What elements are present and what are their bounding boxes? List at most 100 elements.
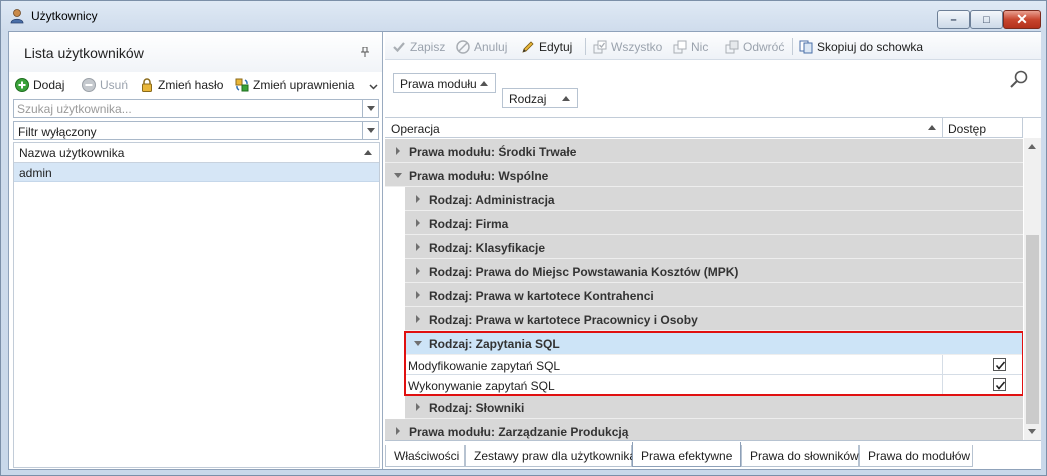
access-column-header[interactable]: Dostęp (948, 122, 986, 136)
copy-to-clipboard-button[interactable]: Skopiuj do schowka (799, 39, 923, 55)
select-all-label: Wszystko (611, 40, 663, 54)
kind-group-row[interactable]: Rodzaj: Administracja (385, 187, 1023, 211)
minimize-icon: – (950, 13, 957, 26)
collapsed-arrow-icon[interactable] (416, 403, 420, 411)
save-button[interactable]: Zapisz (392, 39, 445, 55)
collapsed-arrow-icon[interactable] (416, 195, 420, 203)
tab-permission-sets[interactable]: Zestawy praw dla użytkownika (465, 445, 636, 467)
add-user-label: Dodaj (33, 78, 65, 92)
collapsed-arrow-icon[interactable] (416, 267, 420, 275)
module-group-row[interactable]: Prawa modułu: Środki Trwałe (385, 139, 1023, 163)
remove-user-label: Usuń (100, 78, 129, 92)
kind-group-row[interactable]: Rodzaj: Zapytania SQL (385, 331, 1023, 355)
kind-group-row[interactable]: Rodzaj: Prawa do Miejsc Powstawania Kosz… (385, 259, 1023, 283)
user-row[interactable]: admin (14, 163, 379, 182)
expanded-arrow-icon[interactable] (394, 173, 402, 178)
group-row-label: Rodzaj: Firma (429, 217, 509, 231)
module-group-row[interactable]: Prawa modułu: Wspólne (385, 163, 1023, 187)
invert-label: Odwróć (743, 40, 785, 54)
permissions-tree: Operacja Dostęp Prawa modułu: Środki Trw… (385, 117, 1041, 441)
group-chip-module[interactable]: Prawa modułu (393, 73, 496, 93)
pin-icon[interactable] (361, 47, 369, 57)
sort-ascending-icon (562, 96, 570, 101)
column-divider (1022, 118, 1023, 138)
tab-effective-permissions[interactable]: Prawa efektywne (632, 442, 741, 467)
add-user-button[interactable]: Dodaj (15, 76, 64, 94)
permissions-tree-header: Operacja Dostęp (385, 118, 1023, 138)
access-checkbox[interactable] (993, 378, 1006, 391)
close-button[interactable]: ✕ (1003, 10, 1041, 29)
pencil-icon (522, 41, 534, 53)
users-panel-header: Lista użytkowników (9, 32, 382, 72)
kind-group-row[interactable]: Rodzaj: Słowniki (385, 395, 1023, 419)
kind-group-row[interactable]: Rodzaj: Klasyfikacje (385, 235, 1023, 259)
group-row-label: Prawa modułu: Środki Trwałe (409, 145, 577, 159)
filter-select[interactable]: Filtr wyłączony (13, 121, 379, 140)
vertical-scrollbar[interactable] (1024, 138, 1041, 440)
collapsed-arrow-icon[interactable] (396, 147, 400, 155)
group-chip-kind-label: Rodzaj (509, 92, 547, 106)
group-row-label: Rodzaj: Prawa w kartotece Kontrahenci (429, 289, 654, 303)
window-title: Użytkownicy (31, 9, 98, 23)
users-grid-header[interactable]: Nazwa użytkownika (14, 143, 379, 163)
select-all-button[interactable]: Wszystko (593, 39, 662, 55)
permission-label: Wykonywanie zapytań SQL (408, 379, 555, 393)
collapsed-arrow-icon[interactable] (416, 315, 420, 323)
kind-group-row[interactable]: Rodzaj: Prawa w kartotece Kontrahenci (385, 283, 1023, 307)
user-search-input[interactable] (14, 100, 362, 117)
collapsed-arrow-icon[interactable] (416, 219, 420, 227)
users-panel-title: Lista użytkowników (24, 45, 144, 61)
search-icon[interactable] (1009, 69, 1029, 89)
tab-module-permissions[interactable]: Prawa do modułów (859, 445, 973, 467)
scroll-down-icon[interactable] (1028, 429, 1036, 434)
sort-ascending-icon (928, 125, 936, 130)
permissions-icon (235, 78, 249, 92)
bottom-tabs: Właściwości Zestawy praw dla użytkownika… (385, 440, 1041, 469)
tab-dictionary-permissions[interactable]: Prawa do słowników (741, 445, 859, 467)
maximize-button[interactable]: □ (970, 10, 1003, 29)
select-none-label: Nic (691, 40, 709, 54)
minimize-button[interactable]: – (937, 10, 970, 29)
permission-row[interactable]: Wykonywanie zapytań SQL (405, 375, 1023, 395)
group-row-label: Rodzaj: Administracja (429, 193, 555, 207)
scroll-up-icon[interactable] (1028, 144, 1036, 149)
cancel-button[interactable]: Anuluj (456, 39, 507, 55)
checkmark-icon (995, 381, 1006, 390)
tab-properties[interactable]: Właściwości (385, 445, 465, 467)
change-permissions-button[interactable]: Zmień uprawnienia (235, 76, 354, 94)
filter-dropdown-button[interactable] (362, 121, 379, 140)
remove-user-button[interactable]: Usuń (82, 76, 128, 94)
operation-column-header[interactable]: Operacja (391, 122, 440, 136)
remove-icon (82, 78, 96, 92)
module-group-row[interactable]: Prawa modułu: Zarządzanie Produkcją (385, 419, 1023, 441)
permission-row[interactable]: Modyfikowanie zapytań SQL (405, 355, 1023, 375)
collapsed-arrow-icon[interactable] (416, 291, 420, 299)
scrollbar-track[interactable] (1026, 235, 1039, 424)
save-label: Zapisz (410, 40, 446, 54)
close-icon: ✕ (1016, 11, 1028, 27)
edit-button[interactable]: Edytuj (521, 39, 572, 55)
filter-value: Filtr wyłączony (18, 125, 97, 139)
group-chip-kind[interactable]: Rodzaj (502, 88, 578, 108)
access-checkbox[interactable] (993, 358, 1006, 371)
kind-group-row[interactable]: Rodzaj: Firma (385, 211, 1023, 235)
chevron-down-icon (367, 128, 375, 133)
search-dropdown-button[interactable] (362, 99, 379, 118)
invert-button[interactable]: Odwróć (725, 39, 784, 55)
group-row-label: Rodzaj: Prawa w kartotece Pracownicy i O… (429, 313, 698, 327)
uncheck-all-icon (673, 40, 687, 54)
collapsed-arrow-icon[interactable] (396, 427, 400, 435)
expanded-arrow-icon[interactable] (414, 341, 422, 346)
toolbar-overflow-chevron-icon[interactable] (369, 78, 378, 96)
change-password-button[interactable]: Zmień hasło (140, 76, 223, 94)
select-none-button[interactable]: Nic (673, 39, 708, 55)
kind-group-row[interactable]: Rodzaj: Prawa w kartotece Pracownicy i O… (385, 307, 1023, 331)
column-divider (942, 375, 943, 395)
title-bar[interactable]: Użytkownicy – □ ✕ (1, 1, 1046, 31)
collapsed-arrow-icon[interactable] (416, 243, 420, 251)
tab-label: Prawa do modułów (868, 449, 971, 463)
chevron-down-icon (367, 106, 375, 111)
sort-ascending-icon (364, 150, 372, 155)
group-row-label: Rodzaj: Słowniki (429, 401, 525, 415)
user-search-field[interactable] (13, 99, 379, 118)
